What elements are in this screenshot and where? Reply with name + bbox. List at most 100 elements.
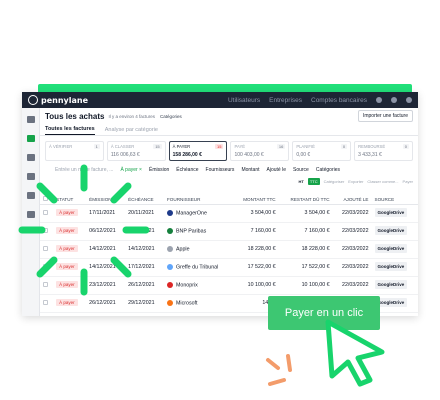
remaining-ttc: 17 522,00 € <box>278 258 333 277</box>
cart-icon[interactable] <box>26 135 35 142</box>
card-count: 15 <box>215 144 224 149</box>
card-planned[interactable]: PLANIFIÉ 0 0,00 € <box>292 141 352 161</box>
card-label: PLANIFIÉ <box>296 144 315 149</box>
card-reimbursed[interactable]: REMBOURSÉ 0 3 433,31 € <box>354 141 413 161</box>
filter-source[interactable]: Source <box>293 167 309 173</box>
card-to-classify[interactable]: À CLASSER 15 116 006,63 € <box>106 141 166 161</box>
card-paid[interactable]: PAYÉ 16 100 403,00 € <box>230 141 290 161</box>
nav-entreprises[interactable]: Entreprises <box>269 97 302 104</box>
supplier-logo-icon <box>167 281 173 288</box>
export-button[interactable]: Exporter <box>348 179 363 184</box>
supplier-name: ManagerOne <box>176 210 207 217</box>
supplier-name: Microsoft <box>176 300 198 307</box>
ht-toggle[interactable]: HT <box>298 179 303 184</box>
source-badge[interactable]: GoogleDrive <box>374 280 408 289</box>
burst-ray <box>110 182 132 204</box>
remaining-ttc: 18 228,00 € <box>278 240 333 259</box>
account-icon[interactable] <box>406 97 412 103</box>
pay-button[interactable]: Payer <box>403 179 413 184</box>
card-count: 0 <box>340 144 348 149</box>
added-date: 22/03/2022 <box>332 222 372 241</box>
card-amount: 3 433,31 € <box>358 152 382 158</box>
accent-ray <box>286 354 292 372</box>
remaining-ttc: 7 160,00 € <box>278 222 333 241</box>
source-cell: GoogleDrive <box>371 204 418 223</box>
card-label: À VÉRIFIER <box>49 144 73 149</box>
categorize-button[interactable]: Catégoriser <box>324 179 345 184</box>
ttc-toggle[interactable]: TTC <box>307 177 320 185</box>
card-amount: 158 286,00 € <box>172 152 202 158</box>
supplier-cell: Greffe du Tribunal <box>164 258 233 277</box>
burst-highlight-icon <box>18 164 150 296</box>
supplier-logo-icon <box>167 209 173 216</box>
help-icon[interactable] <box>391 97 397 103</box>
settings-icon[interactable] <box>376 97 382 103</box>
supplier-name: Greffe du Tribunal <box>176 264 219 271</box>
building-icon[interactable] <box>26 116 35 123</box>
supplier-cell: Monoprix <box>164 276 233 295</box>
card-to-pay[interactable]: À PAYER 15 158 286,00 € <box>168 141 228 161</box>
card-label: REMBOURSÉ <box>358 144 386 149</box>
source-cell: GoogleDrive <box>371 240 418 259</box>
top-nav-bar: pennylane Utilisateurs Entreprises Compt… <box>22 92 418 108</box>
remaining-ttc: 10 100,00 € <box>278 276 333 295</box>
burst-ray <box>36 256 58 278</box>
added-date: 22/03/2022 <box>332 276 372 295</box>
col-montant[interactable]: MONTANT TTC <box>232 186 279 205</box>
import-invoice-button[interactable]: Importer une facture <box>357 110 413 122</box>
burst-ray <box>110 256 132 278</box>
col-source[interactable]: SOURCE <box>371 186 418 205</box>
invoice-count-note: Il y a environ 4 factures <box>108 113 155 119</box>
added-date: 22/03/2022 <box>332 258 372 277</box>
click-accent-icon <box>266 354 292 386</box>
burst-ray <box>36 182 58 204</box>
accent-ray <box>266 358 280 370</box>
supplier-cell: ManagerOne <box>164 204 233 223</box>
tab-all-invoices[interactable]: Toutes les factures <box>45 126 95 135</box>
filter-ajoute-le[interactable]: Ajouté le <box>267 167 286 173</box>
source-badge[interactable]: GoogleDrive <box>374 208 408 217</box>
source-cell: GoogleDrive <box>371 222 418 241</box>
filter-echeance[interactable]: Échéance <box>176 167 198 173</box>
col-restant[interactable]: RESTANT DÛ TTC <box>278 186 333 205</box>
tab-category-analysis[interactable]: Analyse par catégorie <box>105 127 158 135</box>
filter-fournisseurs[interactable]: Fournisseurs <box>206 167 235 173</box>
apple-logo-icon <box>167 245 173 252</box>
source-cell: GoogleDrive <box>371 276 418 295</box>
supplier-name: Apple <box>176 246 190 253</box>
added-date: 22/03/2022 <box>332 240 372 259</box>
status-badge: À payer <box>56 299 78 306</box>
title-bar: Tous les achats Il y a environ 4 facture… <box>40 108 418 124</box>
source-badge[interactable]: GoogleDrive <box>374 226 408 235</box>
cursor-arrow-icon <box>325 319 385 387</box>
card-count: 15 <box>153 144 162 149</box>
card-count: 16 <box>276 144 286 149</box>
col-fournisseur[interactable]: FOURNISSEUR <box>164 186 233 205</box>
amount-ttc: 10 100,00 € <box>232 276 279 295</box>
categories-link[interactable]: Catégories <box>160 114 182 119</box>
card-amount: 116 006,63 € <box>110 152 140 158</box>
tabs: Toutes les factures Analyse par catégori… <box>40 124 418 136</box>
row-checkbox[interactable] <box>43 299 48 305</box>
card-to-verify[interactable]: À VÉRIFIER 1 <box>45 141 104 161</box>
nav-comptes-bancaires[interactable]: Comptes bancaires <box>311 97 367 104</box>
remaining-ttc: 3 504,00 € <box>278 204 333 223</box>
app-logo: pennylane <box>41 95 89 105</box>
top-nav: Utilisateurs Entreprises Comptes bancair… <box>228 97 412 104</box>
microsoft-logo-icon <box>167 299 173 306</box>
page-title: Tous les achats <box>45 111 105 121</box>
amount-ttc: 17 522,00 € <box>232 258 279 277</box>
supplier-logo-icon <box>167 227 173 234</box>
nav-utilisateurs[interactable]: Utilisateurs <box>228 97 260 104</box>
supplier-name: BNP Paribas <box>176 228 207 235</box>
source-badge[interactable]: GoogleDrive <box>374 244 408 253</box>
col-ajoute[interactable]: AJOUTÉ LE <box>332 186 372 205</box>
filter-categories[interactable]: Catégories <box>316 167 340 173</box>
supplier-name: Monoprix <box>176 282 198 289</box>
supplier-logo-icon <box>167 263 173 270</box>
filter-montant[interactable]: Montant <box>241 167 259 173</box>
classify-as-button[interactable]: Classer comme... <box>367 179 398 184</box>
supplier-cell: Apple <box>164 240 233 259</box>
accent-ray <box>268 378 286 386</box>
source-badge[interactable]: GoogleDrive <box>374 262 408 271</box>
